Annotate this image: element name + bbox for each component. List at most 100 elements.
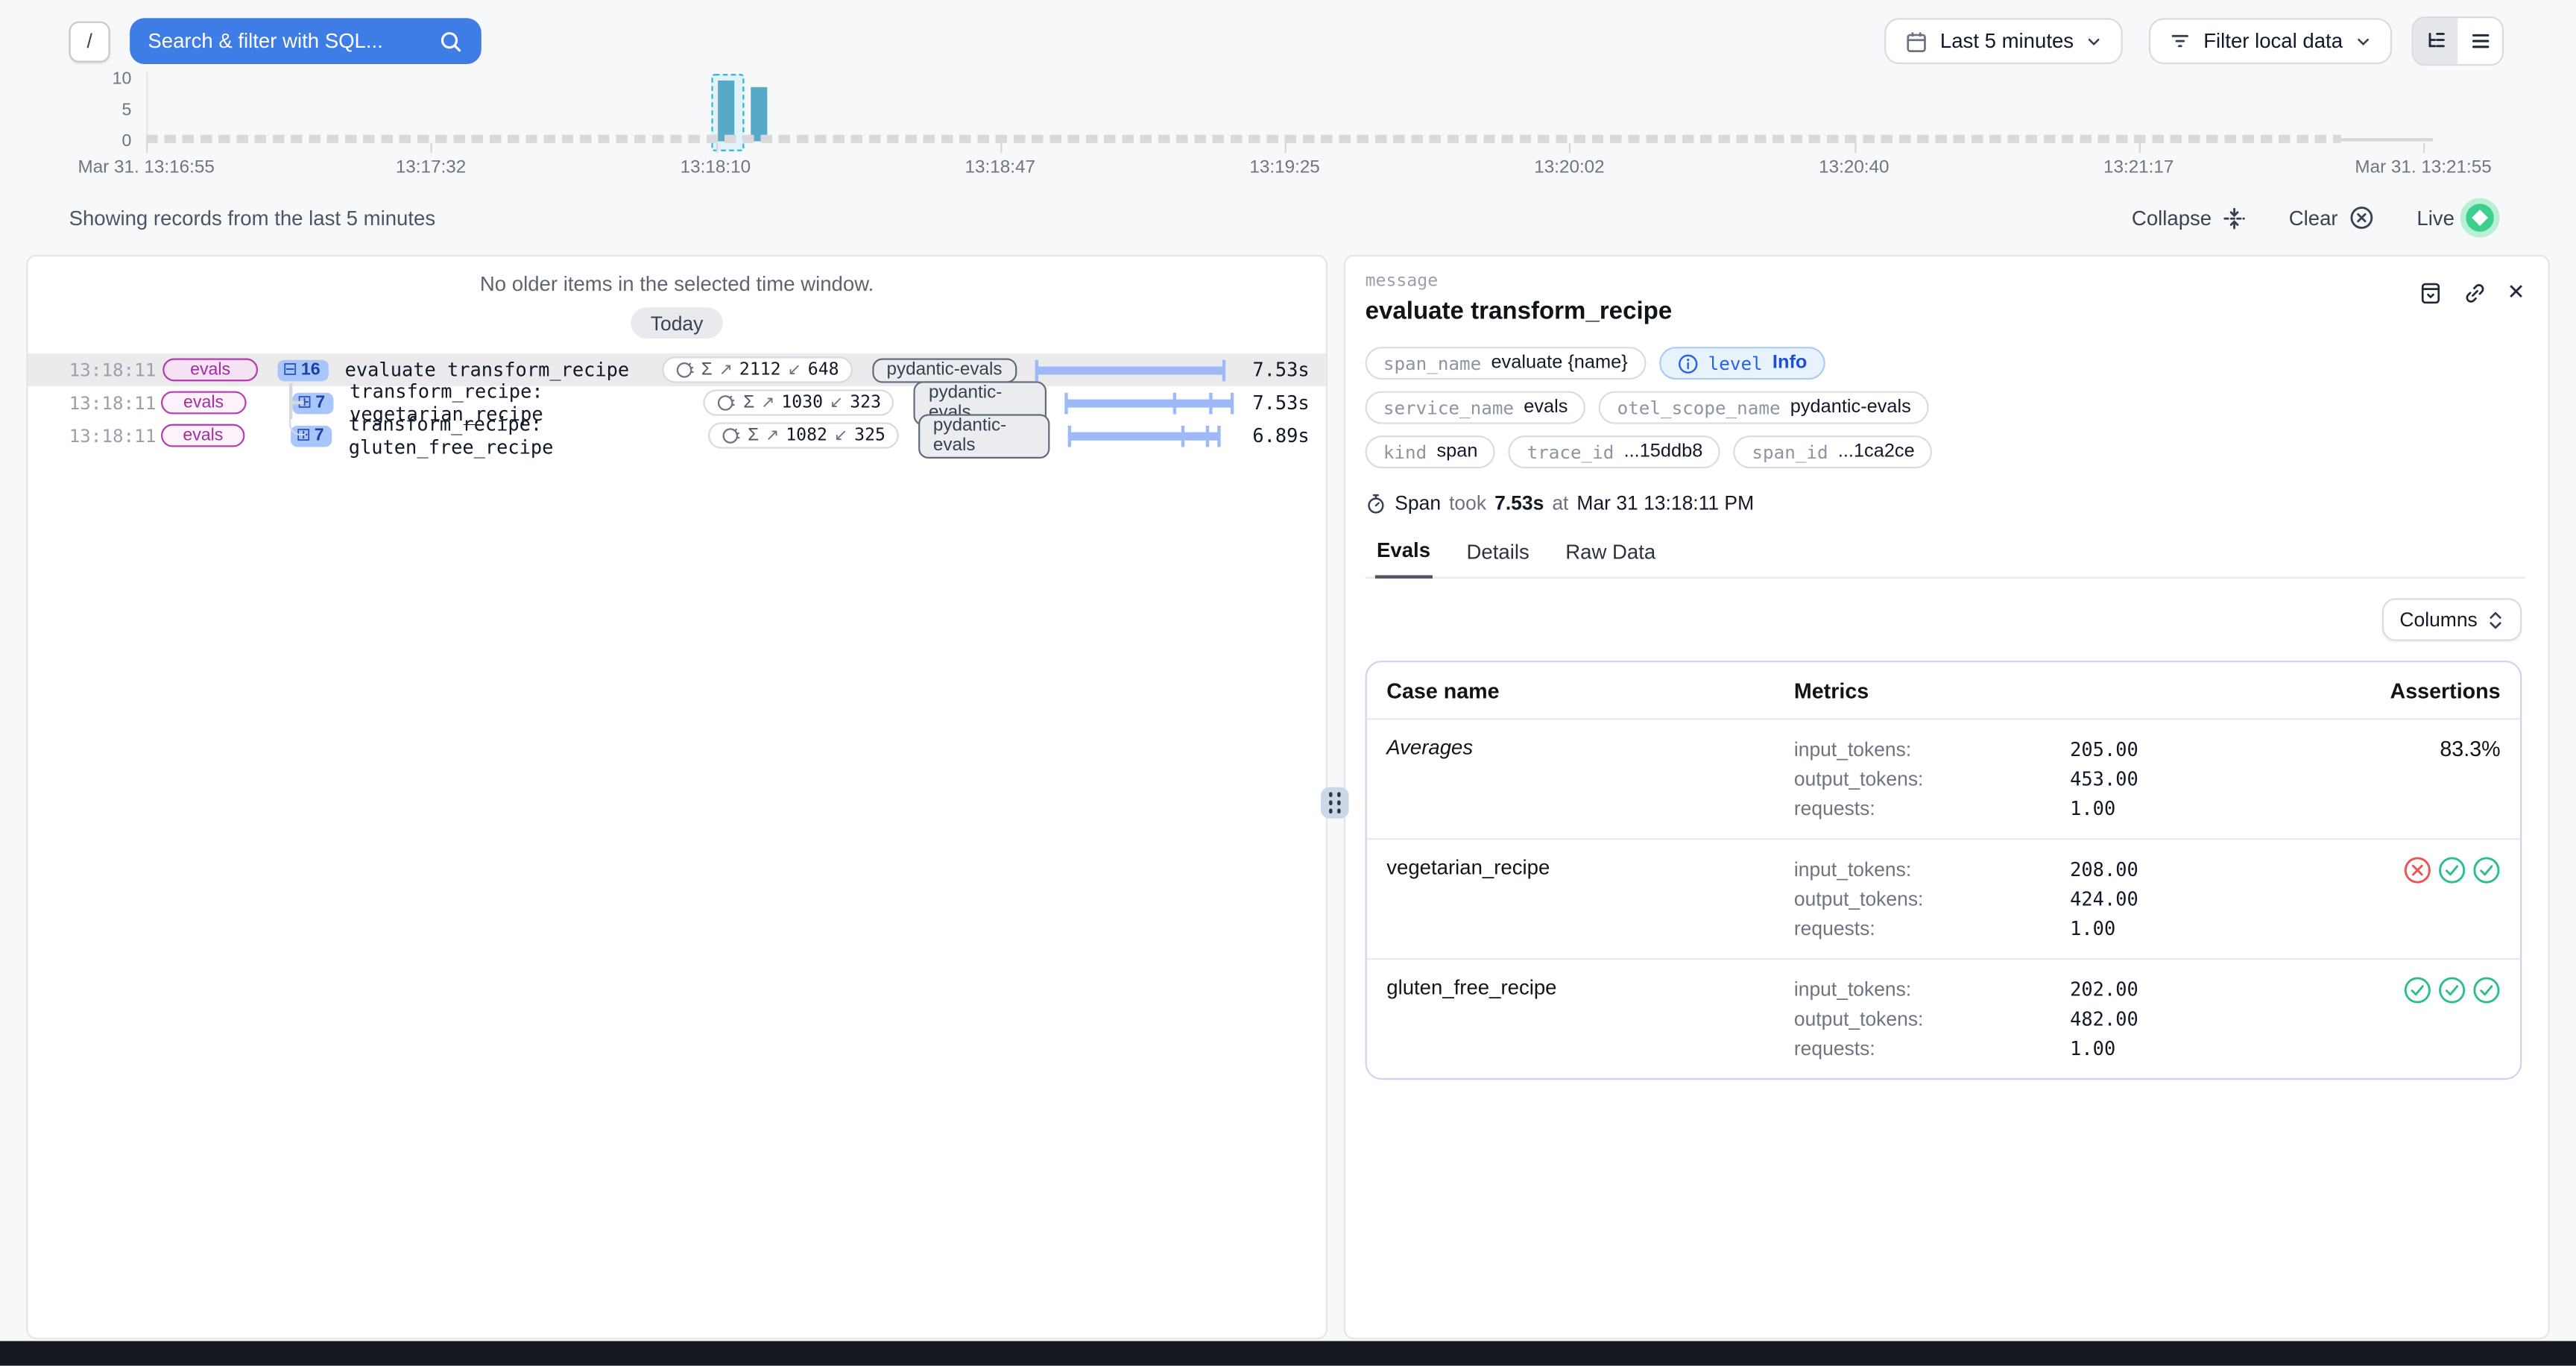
list-view-toggle[interactable] bbox=[2457, 18, 2502, 64]
x-axis-label: Mar 31. 13:16:55 bbox=[78, 158, 215, 177]
duration-bar-tick bbox=[1064, 392, 1067, 414]
x-axis-tick bbox=[1854, 143, 1855, 153]
attr-key: kind bbox=[1383, 441, 1427, 463]
columns-button[interactable]: Columns bbox=[2381, 598, 2522, 640]
copy-link-button[interactable] bbox=[2463, 280, 2487, 305]
column-header: Assertions bbox=[2291, 679, 2501, 703]
metric-value: 482.00 bbox=[2070, 1004, 2290, 1034]
span-count: 16 bbox=[301, 360, 321, 380]
tree-view-icon bbox=[2424, 30, 2447, 53]
otel-scope-tag[interactable]: pydantic-evals bbox=[918, 413, 1049, 458]
tokens-in-count: 1082 bbox=[786, 426, 827, 445]
attr-level[interactable]: level Info bbox=[1659, 347, 1825, 380]
time-range-button[interactable]: Last 5 minutes bbox=[1884, 18, 2123, 64]
filter-icon bbox=[2169, 30, 2192, 53]
tokens-in-count: 2112 bbox=[739, 360, 781, 380]
tokens-in-icon: ↗ bbox=[765, 427, 779, 444]
attr-service-name[interactable]: service_name evals bbox=[1366, 391, 1586, 424]
token-stats-pill[interactable]: Σ ↗ 1030 ↙ 323 bbox=[704, 389, 894, 415]
span-duration: 7.53s bbox=[1240, 391, 1310, 415]
clear-icon bbox=[2349, 206, 2374, 230]
attr-trace-id[interactable]: trace_id ...15ddb8 bbox=[1509, 435, 1720, 468]
span-duration-bar[interactable] bbox=[1066, 391, 1233, 415]
span-duration-bar[interactable] bbox=[1037, 358, 1224, 381]
assertions-icons bbox=[2291, 975, 2501, 1004]
span-detail-panel: message evaluate transform_recipe bbox=[1344, 255, 2550, 1340]
span-duration-line: Span took 7.53s at Mar 31 13:18:11 PM bbox=[1366, 491, 2525, 514]
span-duration-bar[interactable] bbox=[1069, 424, 1234, 447]
histogram-bar[interactable] bbox=[751, 87, 767, 142]
tab-raw-data[interactable]: Raw Data bbox=[1564, 539, 1657, 577]
span-name[interactable]: evaluate transform_recipe bbox=[345, 358, 630, 381]
coin-icon bbox=[717, 393, 736, 412]
attr-key: span_name bbox=[1383, 353, 1481, 374]
token-stats-pill[interactable]: Σ ↗ 1082 ↙ 325 bbox=[708, 422, 898, 448]
metric-label: requests: bbox=[1794, 913, 2070, 943]
columns-label: Columns bbox=[2399, 608, 2477, 632]
span-name[interactable]: transform_recipe: gluten_free_recipe bbox=[349, 412, 708, 459]
day-pill[interactable]: Today bbox=[631, 307, 722, 339]
duration-bar-tick bbox=[1209, 392, 1212, 414]
top-bar: / Search & filter with SQL... Last 5 min… bbox=[0, 0, 2576, 66]
metric-label: output_tokens: bbox=[1794, 1004, 2070, 1034]
tab-evals[interactable]: Evals bbox=[1375, 539, 1432, 579]
service-tag[interactable]: evals bbox=[161, 424, 245, 447]
table-row[interactable]: gluten_free_recipe input_tokens:202.00 o… bbox=[1367, 960, 2520, 1078]
assertion-pass-icon bbox=[2404, 976, 2431, 1004]
x-axis-tick bbox=[1285, 143, 1287, 153]
x-axis-label: 13:17:32 bbox=[396, 158, 466, 177]
x-axis-tick bbox=[2423, 143, 2425, 153]
service-tag[interactable]: evals bbox=[161, 391, 246, 415]
evals-table: Case name Metrics Assertions Averages in… bbox=[1366, 661, 2522, 1080]
attr-value: ...1ca2ce bbox=[1838, 442, 1915, 462]
open-in-drawer-button[interactable] bbox=[2419, 280, 2443, 305]
tree-connector bbox=[289, 401, 304, 403]
x-axis-tick bbox=[431, 143, 432, 153]
span-count: 7 bbox=[315, 426, 324, 445]
attr-span-name[interactable]: span_name evaluate {name} bbox=[1366, 347, 1646, 380]
detail-tabs: Evals Details Raw Data bbox=[1366, 539, 2525, 579]
x-axis-label: Mar 31. 13:21:55 bbox=[2355, 158, 2491, 177]
attr-key: trace_id bbox=[1527, 441, 1614, 463]
live-indicator-icon bbox=[2466, 204, 2493, 231]
detail-kicker: message bbox=[1366, 271, 1673, 291]
stopwatch-icon bbox=[1366, 492, 1387, 514]
bottom-bar bbox=[0, 1341, 2576, 1366]
assertion-pass-icon bbox=[2472, 976, 2500, 1004]
y-axis-label: 5 bbox=[92, 100, 131, 119]
clear-button[interactable]: Clear bbox=[2289, 206, 2374, 230]
clear-label: Clear bbox=[2289, 207, 2338, 230]
duration-bar-fill bbox=[1069, 432, 1219, 440]
column-header: Case name bbox=[1386, 679, 1794, 703]
histogram-bar[interactable] bbox=[718, 81, 734, 142]
histogram-plot[interactable] bbox=[146, 81, 2494, 142]
filter-local-data-button[interactable]: Filter local data bbox=[2149, 18, 2392, 64]
trace-row[interactable]: 13:18:11 evals ⊞ 7 transform_recipe: glu… bbox=[28, 419, 1325, 452]
close-detail-button[interactable]: ✕ bbox=[2507, 280, 2525, 306]
table-row[interactable]: Averages input_tokens:205.00 output_toke… bbox=[1367, 720, 2520, 840]
main-area: No older items in the selected time wind… bbox=[26, 255, 2549, 1340]
collapse-button[interactable]: Collapse bbox=[2132, 207, 2246, 230]
duration-timestamp: Mar 31 13:18:11 PM bbox=[1576, 491, 1754, 514]
panel-resize-handle[interactable] bbox=[1321, 787, 1348, 819]
attr-span-id[interactable]: span_id ...1ca2ce bbox=[1734, 435, 1933, 468]
otel-scope-tag[interactable]: pydantic-evals bbox=[872, 357, 1017, 382]
tab-details[interactable]: Details bbox=[1465, 539, 1531, 577]
table-row[interactable]: vegetarian_recipe input_tokens:208.00 ou… bbox=[1367, 840, 2520, 960]
metric-label: requests: bbox=[1794, 1033, 2070, 1063]
attr-otel-scope-name[interactable]: otel_scope_name pydantic-evals bbox=[1599, 391, 1929, 424]
metric-label: input_tokens: bbox=[1794, 734, 2070, 764]
metric-label: input_tokens: bbox=[1794, 975, 2070, 1004]
tree-view-toggle[interactable] bbox=[2414, 18, 2458, 64]
attr-kind[interactable]: kind span bbox=[1366, 435, 1496, 468]
assertion-pass-icon bbox=[2472, 856, 2500, 884]
search-button[interactable]: Search & filter with SQL... bbox=[130, 18, 482, 64]
x-axis-label: 13:21:17 bbox=[2103, 158, 2174, 177]
duration-bar-tick bbox=[1222, 359, 1225, 381]
span-count-badge[interactable]: ⊟ 16 bbox=[277, 359, 328, 381]
service-tag[interactable]: evals bbox=[162, 358, 258, 381]
chevron-down-icon bbox=[2086, 32, 2103, 50]
x-axis-label: 13:18:10 bbox=[681, 158, 751, 177]
live-toggle[interactable]: Live bbox=[2416, 204, 2493, 231]
trace-rows: 13:18:11 evals ⊟ 16 evaluate transform_r… bbox=[28, 353, 1325, 452]
